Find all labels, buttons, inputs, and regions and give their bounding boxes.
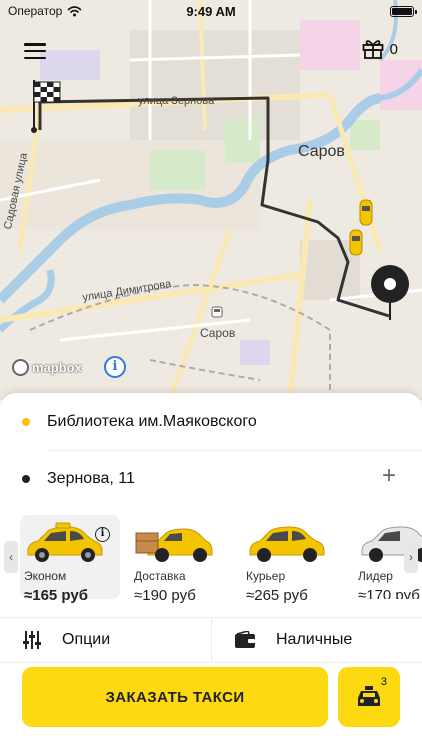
gift-count: 0 — [389, 40, 398, 58]
pickup-pin-icon — [371, 265, 409, 320]
options-label: Опции — [62, 631, 111, 648]
tariff-name: Эконом — [24, 569, 67, 583]
payment-method-button[interactable]: Наличные — [211, 618, 422, 662]
wallet-icon — [235, 631, 255, 648]
taxi-car-icon — [359, 199, 373, 226]
destination-dot — [22, 475, 30, 483]
pickup-address-row[interactable]: Библиотека им.Маяковского — [0, 393, 422, 451]
taxi-car-icon — [349, 229, 363, 256]
pickup-address: Библиотека им.Маяковского — [47, 413, 257, 430]
mapbox-attribution[interactable]: mapbox — [12, 359, 82, 376]
order-panel: Библиотека им.Маяковского Зернова, 11 + … — [0, 393, 422, 750]
options-bar: Опции Наличные — [0, 617, 422, 663]
mapbox-label: mapbox — [32, 360, 82, 375]
sliders-icon — [23, 631, 41, 649]
carrier-label: Оператор — [8, 4, 63, 18]
menu-button[interactable] — [22, 40, 48, 62]
nearby-taxis-count: 3 — [380, 676, 387, 688]
options-button[interactable]: Опции — [0, 618, 211, 662]
tariff-delivery[interactable]: Доставка ≈190 руб — [130, 515, 230, 604]
taxi-car-icon — [27, 522, 103, 562]
order-taxi-button[interactable]: ЗАКАЗАТЬ ТАКСИ — [22, 667, 328, 727]
carousel-next-button[interactable]: › — [404, 541, 418, 573]
tariff-carousel[interactable]: i Эконом ≈165 руб Доставка ≈190 руб Курь… — [0, 511, 422, 604]
city-label: Саров — [298, 143, 345, 160]
mapbox-logo-icon — [12, 359, 29, 376]
carousel-prev-button[interactable]: ‹ — [4, 541, 18, 573]
tariff-name: Доставка — [134, 569, 186, 583]
tariff-courier[interactable]: Курьер ≈265 руб — [242, 515, 342, 604]
wifi-icon — [67, 5, 82, 16]
add-stop-button[interactable]: + — [382, 462, 396, 490]
map-view[interactable]: улица Зернова Садовая улица улица Димитр… — [0, 0, 422, 400]
station-label: Саров — [200, 326, 236, 340]
tariff-price: ≈165 руб — [24, 587, 88, 604]
taxi-front-icon — [358, 686, 380, 706]
finish-flag-icon — [31, 80, 61, 133]
map-info-icon[interactable]: i — [104, 356, 126, 378]
courier-car-icon — [249, 526, 325, 562]
destination-address-row[interactable]: Зернова, 11 + — [0, 450, 422, 508]
pickup-dot — [22, 418, 30, 426]
destination-address: Зернова, 11 — [47, 470, 135, 487]
tariff-price: ≈170 руб — [358, 587, 420, 599]
order-taxi-label: ЗАКАЗАТЬ ТАКСИ — [105, 688, 245, 706]
status-bar: Оператор 9:49 AM — [0, 0, 422, 22]
delivery-car-icon — [135, 528, 213, 562]
nearby-taxis-button[interactable]: 3 — [338, 667, 400, 727]
tariff-econom[interactable]: i Эконом ≈165 руб — [20, 515, 120, 604]
gift-icon — [362, 40, 384, 59]
tariff-price: ≈265 руб — [246, 587, 308, 604]
tariff-info-icon[interactable]: i — [95, 527, 110, 542]
train-station-icon — [211, 306, 223, 318]
hamburger-icon — [24, 43, 46, 46]
tariff-name: Курьер — [246, 569, 286, 583]
payment-label: Наличные — [276, 631, 353, 648]
street-label-zernova: улица Зернова — [138, 95, 215, 107]
battery-icon — [390, 5, 417, 17]
tariff-price: ≈190 руб — [134, 587, 196, 604]
gift-button[interactable]: 0 — [362, 39, 398, 59]
